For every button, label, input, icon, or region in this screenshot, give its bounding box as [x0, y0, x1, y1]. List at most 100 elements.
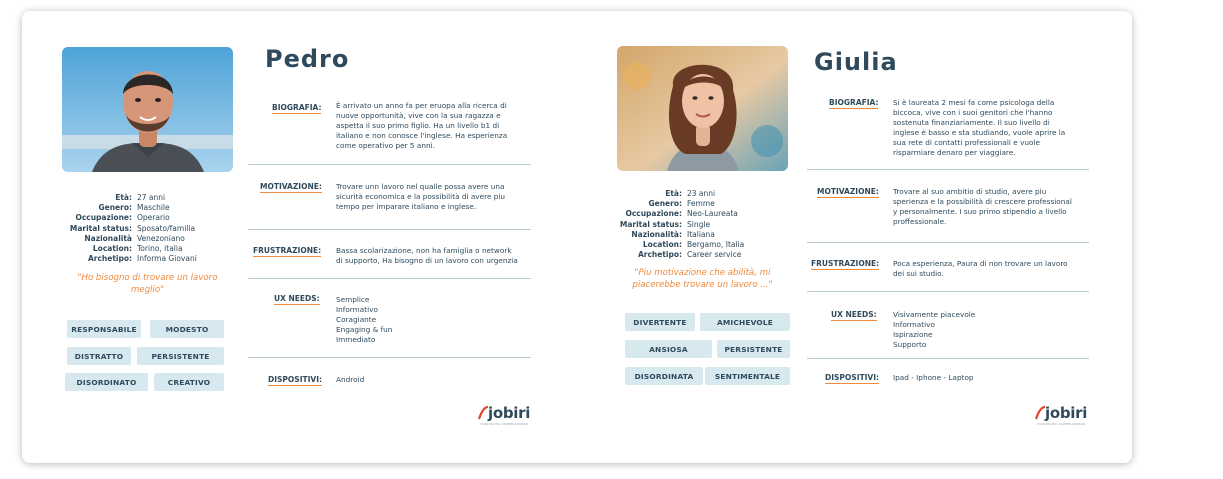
text-line: sua rete di contatti professionali e vuo…: [893, 138, 1040, 148]
section-label-motivazione: MOTIVAZIONE:: [817, 187, 879, 198]
trait-tag: DISORDINATA: [625, 367, 703, 385]
stat-value: 27 anni: [137, 193, 166, 202]
logo-tagline: YOUR DIGITAL CAREER ADVISOR: [1037, 422, 1086, 426]
stat-value: Sposato/familia: [137, 223, 196, 233]
stat-value: Torino, italia: [137, 244, 183, 254]
section-text-ux-needs: Semplice Informativo Coragiante Engaging…: [336, 295, 392, 345]
stat-row: Occupazione: Neo-Laureata: [617, 209, 744, 219]
stat-value: Femme: [687, 199, 715, 209]
text-line: come operativo per 5 anni.: [336, 141, 435, 151]
section-divider: [807, 169, 1089, 170]
giulia-stats: Età: 23 anni Genero: Femme Occupazione: Neo…: [617, 189, 744, 260]
text-line: risparmiare denaro per viaggiare.: [893, 148, 1016, 158]
stat-row: Marital status: Single: [617, 220, 744, 230]
stat-label: Nazionalità:: [631, 229, 682, 239]
text-line: Engaging & fun: [336, 325, 393, 335]
giulia-photo: [617, 46, 788, 171]
section-text-dispositivi: Ipad - Iphone - Laptop: [893, 373, 974, 383]
text-line: di supporto, Ha bisogno di un lavoro con…: [336, 256, 518, 266]
text-line: Si è laureata 2 mesi fa come psicologa d…: [893, 98, 1055, 107]
giulia-quote: "Piu motivazione che abilità, mi piacere…: [632, 268, 773, 290]
stat-row: Location: Bergamo, Italia: [617, 240, 744, 250]
text-line: Immediato: [336, 335, 376, 345]
stat-row: Archetipo: Informa Giovani: [62, 254, 197, 264]
section-label-frustrazione: FRUSTRAZIONE:: [811, 259, 880, 270]
section-text-ux-needs: Visivamente piacevole Informativo Ispira…: [893, 310, 975, 350]
stat-value: Informa Giovani: [137, 254, 197, 264]
section-text-biografia: È arrivato un anno fa per eruopa alla ri…: [336, 101, 507, 151]
stat-row: Occupazione: Operario: [62, 213, 197, 223]
stat-row: Nazionalità Venezoniano: [62, 234, 197, 244]
text-line: dei sui studio.: [893, 269, 944, 279]
text-line: Android: [336, 375, 365, 384]
trait-tag: AMICHEVOLE: [700, 313, 790, 331]
stat-value: Operario: [137, 213, 170, 223]
persona-name: Giulia: [814, 48, 898, 76]
text-line: Visivamente piacevole: [893, 310, 976, 319]
text-line: Informativo: [893, 320, 935, 330]
text-line: italiano e non conosce l'inglese. Ha esp…: [336, 131, 508, 141]
jobiri-logo: jobiri YOUR DIGITAL CAREER ADVISOR: [1035, 405, 1087, 426]
text-line: Poca esperienza, Paura di non trovare un…: [893, 259, 1068, 268]
section-text-motivazione: Trovare unn lavoro nel qualle possa aver…: [336, 182, 505, 212]
persona-board: Età: 27 anni Genero: Maschile Occupazione:…: [22, 11, 1132, 463]
stat-label: Età:: [665, 189, 682, 198]
pedro-quote: "Ho bisogno di trovare un lavoro meglio": [77, 273, 218, 295]
stat-label: Marital status:: [69, 223, 132, 233]
stat-label: Marital status:: [619, 219, 682, 229]
section-text-dispositivi: Android: [336, 375, 364, 385]
section-label-biografia: BIOGRAFIA:: [829, 98, 879, 109]
section-text-motivazione: Trovare al suo ambitio di studio, avere …: [893, 187, 1072, 227]
stat-row: Location: Torino, italia: [62, 244, 197, 254]
stat-row: Marital status: Sposato/familia: [62, 224, 197, 234]
text-line: Trovare al suo ambitio di studio, avere …: [893, 187, 1047, 196]
section-label-biografia: BIOGRAFIA:: [272, 103, 322, 114]
stat-value: Neo-Laureata: [687, 209, 738, 219]
stat-label: Occupazione:: [75, 213, 132, 223]
text-line: biccoca, vive con i suoi genitori che l'…: [893, 108, 1053, 118]
stat-value: Venezoniano: [137, 233, 185, 243]
text-line: aspetta il suo primo figlio. Ha un livel…: [336, 121, 500, 131]
text-line: Supporto: [893, 340, 927, 350]
section-label-motivazione: MOTIVAZIONE:: [260, 182, 322, 193]
jobiri-logo: jobiri YOUR DIGITAL CAREER ADVISOR: [478, 404, 531, 426]
section-label-frustrazione: FRUSTRAZIONE:: [253, 246, 322, 257]
text-line: proffessionale.: [893, 217, 947, 227]
text-line: tempo per imparare italiano e inglese.: [336, 202, 477, 212]
text-line: y personalmente. I suo primo stipendio a…: [893, 207, 1067, 217]
section-divider: [248, 229, 531, 230]
section-divider: [248, 278, 531, 279]
text-line: sostenuta finanziariamente. Il suo livel…: [893, 118, 1050, 128]
stat-label: Età:: [115, 193, 132, 202]
logo-swoosh-icon: [1035, 405, 1045, 420]
section-divider: [807, 291, 1089, 292]
text-line: nuove opportunità, vive con la sua ragaz…: [336, 111, 501, 121]
logo-word: jobiri: [488, 404, 531, 422]
trait-tag: SENTIMENTALE: [705, 367, 790, 385]
section-label-dispositivi: DISPOSITIVI:: [825, 373, 879, 384]
persona-name: Pedro: [265, 45, 350, 73]
stat-value: Bergamo, Italia: [687, 240, 745, 250]
persona-pedro: Età: 27 anni Genero: Maschile Occupazione:…: [22, 11, 577, 463]
pedro-photo: [62, 47, 233, 172]
section-divider: [807, 358, 1089, 359]
text-line: Bassa scolarizazione, non ha famiglia o …: [336, 246, 512, 255]
text-line: sperienza e la possibilità di crescere p…: [893, 197, 1072, 207]
section-label-ux-needs: UX NEEDS:: [831, 310, 877, 321]
logo-swoosh-icon: [478, 405, 488, 420]
stat-row: Genero: Femme: [617, 199, 744, 209]
stat-value: Italiana: [687, 229, 715, 239]
trait-tag: PERSISTENTE: [137, 347, 224, 365]
stat-label: Location:: [642, 240, 682, 250]
trait-tag: ANSIOSA: [625, 340, 712, 358]
stat-value: Maschile: [137, 203, 170, 213]
text-line: È arrivato un anno fa per eruopa alla ri…: [336, 101, 507, 110]
stat-value: Career service: [687, 250, 742, 260]
logo-tagline: YOUR DIGITAL CAREER ADVISOR: [480, 422, 529, 426]
section-text-frustrazione: Poca esperienza, Paura di non trovare un…: [893, 259, 1068, 279]
trait-tag: DISORDINATO: [65, 373, 148, 391]
trait-tag: DISTRATTO: [67, 347, 131, 365]
stat-row: Età: 27 anni: [62, 193, 197, 203]
trait-tag: DIVERTENTE: [625, 313, 695, 331]
section-divider: [807, 242, 1089, 243]
